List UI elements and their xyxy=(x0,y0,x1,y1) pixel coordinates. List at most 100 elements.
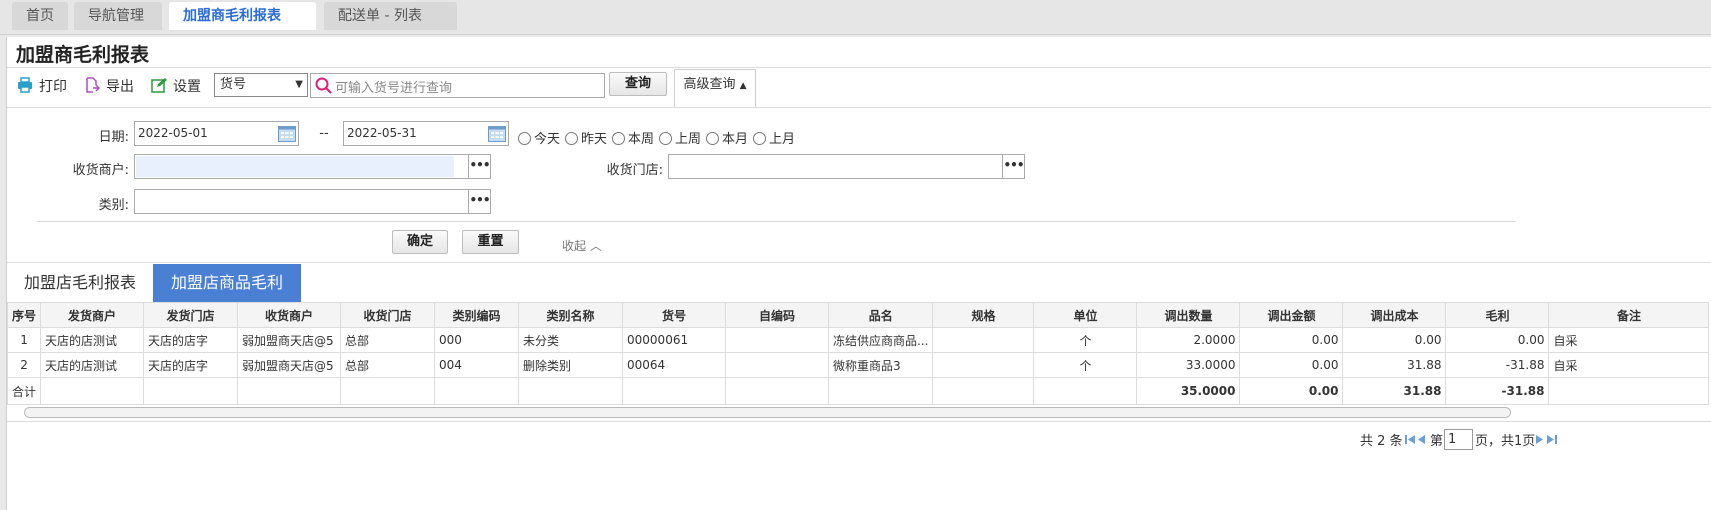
col-header[interactable]: 调出成本 xyxy=(1342,302,1447,328)
tab-navigation[interactable]: 导航管理 xyxy=(74,2,162,30)
col-header[interactable]: 类别编码 xyxy=(434,302,520,328)
col-header[interactable]: 序号 xyxy=(6,302,42,328)
search-input[interactable]: 可输入货号进行查询 xyxy=(310,73,605,98)
calendar-icon[interactable] xyxy=(278,125,296,142)
radio-last-month[interactable]: 上月 xyxy=(753,128,795,147)
printer-icon xyxy=(18,77,32,93)
col-header[interactable]: 自编码 xyxy=(725,302,830,328)
search-field-select[interactable]: 货号 ▼ xyxy=(214,73,308,97)
first-page-icon[interactable] xyxy=(1405,434,1416,445)
merchant-input[interactable] xyxy=(134,154,469,179)
date-from-input[interactable]: 2022-05-01 xyxy=(134,121,299,146)
radio-this-month[interactable]: 本月 xyxy=(706,128,748,147)
radio-label: 本月 xyxy=(722,132,749,147)
col-header[interactable]: 调出数量 xyxy=(1136,302,1241,328)
confirm-button[interactable]: 确定 xyxy=(392,230,448,254)
cell: 删除类别 xyxy=(518,352,624,378)
tab-label: 首页 xyxy=(26,8,54,24)
cell: 天店的店字 xyxy=(143,327,239,353)
caret-up-icon: ▲ xyxy=(739,81,747,91)
store-input[interactable] xyxy=(668,154,1003,179)
cell xyxy=(40,377,145,405)
input-highlight xyxy=(136,156,454,177)
tab-franchise-product-margin[interactable]: 加盟店商品毛利 xyxy=(153,264,301,302)
pager-page-suffix: 页，共1页 xyxy=(1475,434,1536,449)
col-header[interactable]: 毛利 xyxy=(1445,302,1550,328)
print-label: 打印 xyxy=(39,79,67,95)
radio-last-week[interactable]: 上周 xyxy=(659,128,701,147)
col-header[interactable]: 调出金额 xyxy=(1239,302,1344,328)
cell xyxy=(725,352,830,378)
collapse-toggle[interactable]: 收起 ︿ xyxy=(562,237,602,254)
calendar-icon[interactable] xyxy=(488,125,506,142)
col-header[interactable]: 收货商户 xyxy=(237,302,342,328)
cell: 冻结供应商商品... xyxy=(828,327,934,353)
col-header[interactable]: 收货门店 xyxy=(340,302,436,328)
tab-home[interactable]: 首页 xyxy=(12,2,68,30)
cell: 天店的店测试 xyxy=(40,352,145,378)
cell xyxy=(725,327,830,353)
radio-label: 上月 xyxy=(769,132,796,147)
merchant-label: 收货商户: xyxy=(72,163,129,178)
category-label: 类别: xyxy=(98,198,129,213)
divider xyxy=(7,421,1711,422)
col-header[interactable]: 单位 xyxy=(1033,302,1138,328)
cell: 000 xyxy=(434,327,520,353)
advanced-query-button[interactable]: 高级查询 ▲ xyxy=(674,69,756,108)
cell: 0.00 xyxy=(1239,377,1344,405)
col-header[interactable]: 规格 xyxy=(932,302,1035,328)
tab-franchise-store-margin[interactable]: 加盟店毛利报表 xyxy=(7,264,153,302)
col-header[interactable]: 发货门店 xyxy=(143,302,239,328)
next-page-icon[interactable] xyxy=(1535,434,1544,445)
query-button[interactable]: 查询 xyxy=(609,72,667,96)
cell: 1 xyxy=(6,327,42,353)
cell: 00064 xyxy=(622,352,727,378)
category-input[interactable] xyxy=(134,189,469,214)
category-picker-button[interactable]: ••• xyxy=(469,189,491,214)
reset-button[interactable]: 重置 xyxy=(462,230,519,254)
tab-delivery-list[interactable]: 配送单 - 列表✕ xyxy=(324,2,457,52)
merchant-picker-button[interactable]: ••• xyxy=(469,154,491,179)
cell: -31.88 xyxy=(1445,377,1550,405)
horizontal-scrollbar[interactable] xyxy=(24,407,1511,418)
cell xyxy=(237,377,342,405)
radio-yesterday[interactable]: 昨天 xyxy=(565,128,607,147)
page-title: 加盟商毛利报表 xyxy=(16,44,150,66)
date-to-input[interactable]: 2022-05-31 xyxy=(343,121,509,146)
col-header[interactable]: 发货商户 xyxy=(40,302,145,328)
col-header[interactable]: 类别名称 xyxy=(518,302,624,328)
table-row[interactable]: 1 天店的店测试 天店的店字 弱加盟商天店@5 总部 000 未分类 00000… xyxy=(6,327,1710,353)
cell xyxy=(434,377,520,405)
cell: 35.0000 xyxy=(1136,377,1241,405)
cell xyxy=(932,352,1035,378)
col-header[interactable]: 品名 xyxy=(828,302,934,328)
table-row[interactable]: 2 天店的店测试 天店的店字 弱加盟商天店@5 总部 004 删除类别 0006… xyxy=(6,352,1710,378)
tab-label: 配送单 - 列表 xyxy=(338,8,422,24)
print-button[interactable]: 打印 xyxy=(17,77,67,97)
cell: 2.0000 xyxy=(1136,327,1241,353)
col-header[interactable]: 货号 xyxy=(622,302,727,328)
tab-label: 导航管理 xyxy=(88,8,144,24)
page-number-input[interactable]: 1 xyxy=(1444,429,1473,450)
data-table: 序号 发货商户 发货门店 收货商户 收货门店 类别编码 类别名称 货号 自编码 … xyxy=(6,302,1710,405)
tab-franchise-margin-report[interactable]: 加盟商毛利报表✕ xyxy=(169,2,316,52)
tab-label: 加盟商毛利报表 xyxy=(183,8,281,24)
cell xyxy=(1033,377,1138,405)
cell: 31.88 xyxy=(1342,352,1447,378)
cell xyxy=(828,377,934,405)
export-button[interactable]: 导出 xyxy=(84,77,134,97)
radio-this-week[interactable]: 本周 xyxy=(612,128,654,147)
radio-label: 上周 xyxy=(675,132,702,147)
last-page-icon[interactable] xyxy=(1546,434,1557,445)
cell: 自采 xyxy=(1548,327,1710,353)
settings-button[interactable]: 设置 xyxy=(151,77,201,97)
radio-circle xyxy=(706,132,719,145)
prev-page-icon[interactable] xyxy=(1417,434,1426,445)
col-header[interactable]: 备注 xyxy=(1548,302,1710,328)
date-from-value: 2022-05-01 xyxy=(138,126,208,140)
cell: 33.0000 xyxy=(1136,352,1241,378)
radio-today[interactable]: 今天 xyxy=(518,128,560,147)
store-picker-button[interactable]: ••• xyxy=(1003,154,1025,179)
pager-total: 共 2 条 xyxy=(1360,434,1403,449)
